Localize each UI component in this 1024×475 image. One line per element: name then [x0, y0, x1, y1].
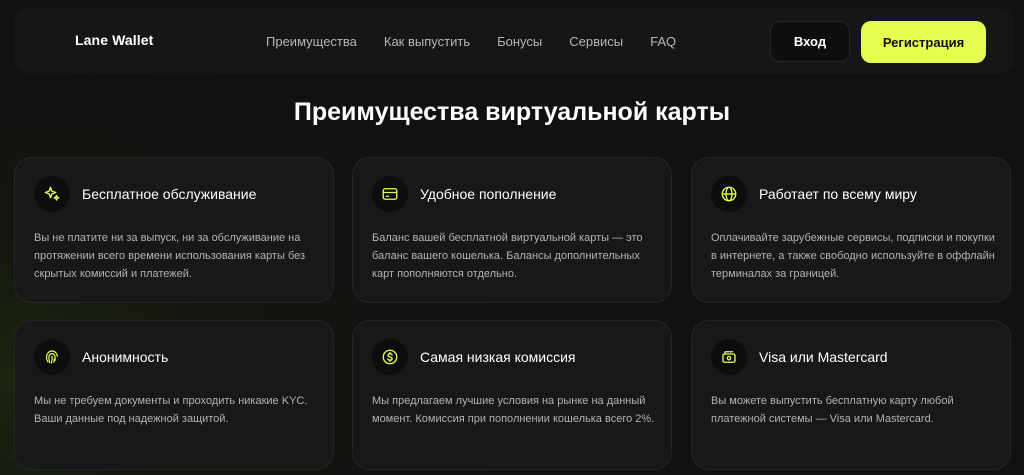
feature-card-easy-topup: Удобное пополнение Баланс вашей бесплатн… — [352, 157, 672, 303]
wallet-cards-icon — [711, 339, 747, 375]
card-title: Visa или Mastercard — [759, 349, 888, 365]
card-description: Вы не платите ни за выпуск, ни за обслуж… — [34, 232, 306, 280]
top-navigation-bar: Lane Wallet Преимущества Как выпустить Б… — [14, 8, 1014, 74]
section-title: Преимущества виртуальной карты — [293, 98, 731, 126]
feature-card-anonymity: Анонимность Мы не требуем документы и пр… — [14, 320, 334, 470]
fingerprint-icon — [34, 339, 70, 375]
card-description: Баланс вашей бесплатной виртуальной карт… — [372, 232, 643, 280]
feature-card-worldwide: Работает по всему миру Оплачивайте заруб… — [691, 157, 1011, 303]
card-description: Мы не требуем документы и проходить ника… — [34, 395, 308, 425]
card-description: Вы можете выпустить бесплатную карту люб… — [711, 395, 954, 425]
feature-card-lowest-fee: Самая низкая комиссия Мы предлагаем лучш… — [352, 320, 672, 470]
card-title: Удобное пополнение — [420, 186, 557, 202]
feature-card-visa-mastercard: Visa или Mastercard Вы можете выпустить … — [691, 320, 1011, 470]
login-button[interactable]: Вход — [770, 21, 850, 62]
nav-link-bonuses[interactable]: Бонусы — [497, 34, 542, 49]
nav-link-faq[interactable]: FAQ — [650, 34, 676, 49]
card-title: Бесплатное обслуживание — [82, 186, 257, 202]
card-description: Мы предлагаем лучшие условия на рынке на… — [372, 395, 655, 425]
register-button[interactable]: Регистрация — [861, 21, 986, 63]
card-title: Самая низкая комиссия — [420, 349, 576, 365]
credit-card-icon — [372, 176, 408, 212]
globe-icon — [711, 176, 747, 212]
feature-card-free-service: Бесплатное обслуживание Вы не платите ни… — [14, 157, 334, 303]
logo[interactable]: Lane Wallet — [75, 32, 153, 48]
nav-link-how-to-issue[interactable]: Как выпустить — [384, 34, 470, 49]
sparkle-icon — [34, 176, 70, 212]
card-title: Работает по всему миру — [759, 186, 917, 202]
card-title: Анонимность — [82, 349, 169, 365]
main-nav: Преимущества Как выпустить Бонусы Сервис… — [266, 34, 676, 49]
card-description: Оплачивайте зарубежные сервисы, подписки… — [711, 232, 995, 280]
nav-link-advantages[interactable]: Преимущества — [266, 34, 357, 49]
dollar-coin-icon — [372, 339, 408, 375]
nav-link-services[interactable]: Сервисы — [569, 34, 623, 49]
